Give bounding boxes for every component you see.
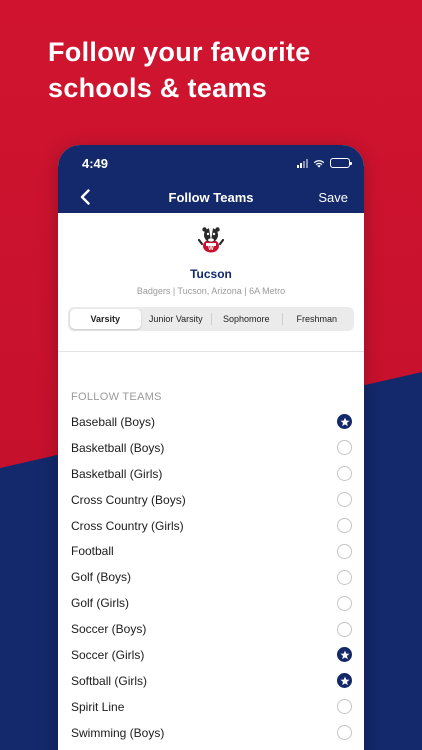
team-row[interactable]: Basketball (Boys) <box>58 435 364 461</box>
promo-headline: Follow your favorite schools & teams <box>48 37 311 103</box>
svg-text:W: W <box>208 246 214 252</box>
star-icon <box>340 676 349 685</box>
follow-radio-toggle[interactable] <box>337 543 352 559</box>
followed-star-toggle[interactable] <box>337 647 352 663</box>
back-button[interactable] <box>80 185 100 209</box>
team-row-label: Football <box>71 544 114 559</box>
follow-radio-toggle[interactable] <box>337 699 352 715</box>
follow-radio-toggle[interactable] <box>337 492 352 508</box>
team-row[interactable]: Golf (Girls) <box>58 590 364 616</box>
chevron-left-icon <box>80 189 90 205</box>
battery-icon <box>330 158 352 168</box>
cellular-signal-icon <box>297 158 308 168</box>
team-name: Tucson <box>190 267 232 281</box>
tab-freshman[interactable]: Freshman <box>281 309 353 329</box>
follow-teams-heading: FOLLOW TEAMS <box>71 391 162 403</box>
team-row[interactable]: Football <box>58 538 364 564</box>
tab-junior-varsity[interactable]: Junior Varsity <box>141 309 212 329</box>
team-row-label: Spirit Line <box>71 699 125 714</box>
tab-varsity[interactable]: Varsity <box>70 309 141 329</box>
team-header: W Tucson Badgers | Tucson, Arizona | 6A … <box>58 213 364 296</box>
team-row[interactable]: Softball (Girls) <box>58 668 364 694</box>
team-row[interactable]: Golf (Boys) <box>58 564 364 590</box>
team-details: Badgers | Tucson, Arizona | 6A Metro <box>136 286 286 296</box>
save-button[interactable]: Save <box>318 190 348 205</box>
followed-star-toggle[interactable] <box>337 414 352 430</box>
tab-sophomore[interactable]: Sophomore <box>211 309 282 329</box>
team-row[interactable]: Spirit Line <box>58 694 364 720</box>
team-row-label: Basketball (Boys) <box>71 440 165 455</box>
team-row[interactable]: Cross Country (Girls) <box>58 513 364 539</box>
team-row-label: Baseball (Boys) <box>71 414 156 429</box>
team-row-label: Soccer (Girls) <box>71 647 145 662</box>
team-row[interactable]: Swimming (Girls) <box>58 746 364 750</box>
team-row-label: Cross Country (Boys) <box>71 492 186 507</box>
badger-mascot-logo: W <box>197 227 225 253</box>
team-row-label: Golf (Girls) <box>71 596 129 611</box>
team-row-label: Soccer (Boys) <box>71 622 147 637</box>
phone-screen: 4:49 Follow Teams Save W Tucson Badgers … <box>58 145 364 750</box>
status-bar: 4:49 <box>58 145 364 181</box>
follow-radio-toggle[interactable] <box>337 569 352 585</box>
team-row[interactable]: Soccer (Girls) <box>58 642 364 668</box>
team-row-label: Cross Country (Girls) <box>71 518 184 533</box>
team-row-label: Basketball (Girls) <box>71 466 163 481</box>
level-segmented-control: Varsity Junior Varsity Sophomore Freshma… <box>68 307 354 331</box>
follow-radio-toggle[interactable] <box>337 595 352 611</box>
follow-radio-toggle[interactable] <box>337 621 352 637</box>
team-list: Baseball (Boys) Basketball (Boys) Basketba… <box>58 409 364 750</box>
status-time: 4:49 <box>82 155 109 171</box>
team-row-label: Softball (Girls) <box>71 673 148 688</box>
team-row[interactable]: Basketball (Girls) <box>58 461 364 487</box>
team-row[interactable]: Swimming (Boys) <box>58 720 364 746</box>
team-row-label: Swimming (Boys) <box>71 725 165 740</box>
follow-radio-toggle[interactable] <box>337 466 352 482</box>
followed-star-toggle[interactable] <box>337 673 352 689</box>
status-icons <box>297 158 352 168</box>
wifi-icon <box>313 159 325 168</box>
follow-radio-toggle[interactable] <box>337 440 352 456</box>
star-icon <box>340 417 349 427</box>
nav-bar: Follow Teams Save <box>58 181 364 213</box>
team-row[interactable]: Baseball (Boys) <box>58 409 364 435</box>
team-row[interactable]: Soccer (Boys) <box>58 616 364 642</box>
star-icon <box>340 650 349 660</box>
team-row[interactable]: Cross Country (Boys) <box>58 487 364 513</box>
team-row-label: Golf (Boys) <box>71 570 132 585</box>
follow-radio-toggle[interactable] <box>337 518 352 533</box>
follow-radio-toggle[interactable] <box>337 725 352 741</box>
section-divider <box>58 351 364 352</box>
